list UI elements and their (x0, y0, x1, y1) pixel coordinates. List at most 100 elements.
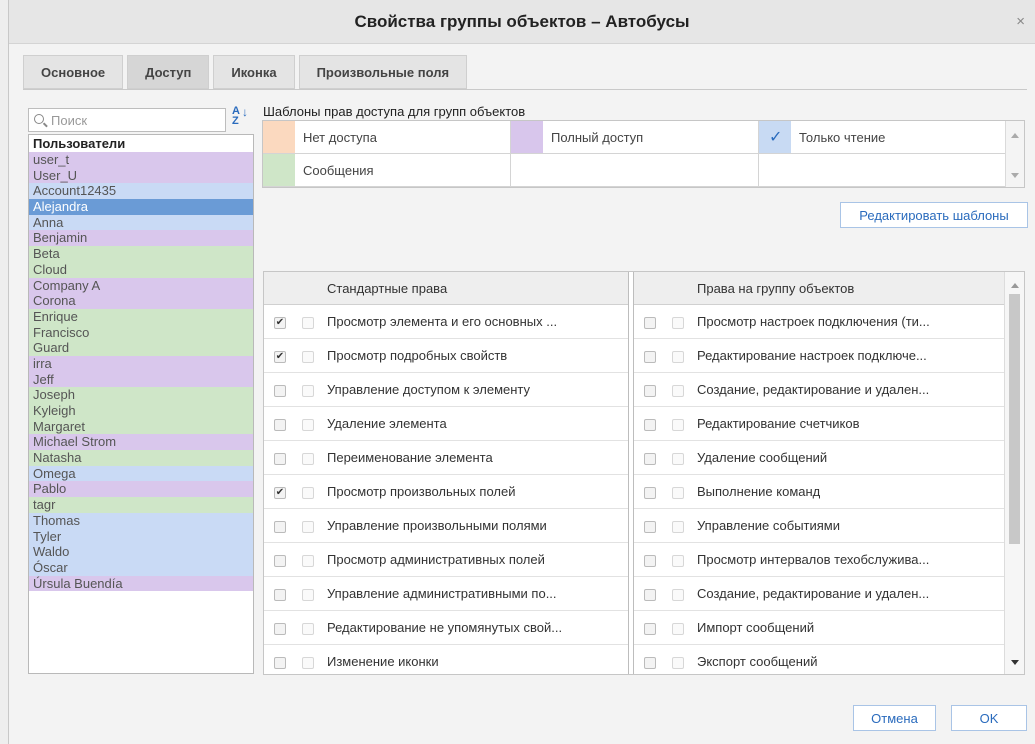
user-list-item[interactable]: Michael Strom (29, 434, 253, 451)
user-list-item[interactable]: User_U (29, 167, 253, 184)
right-secondary-checkbox[interactable] (672, 317, 684, 329)
right-checkbox[interactable]: ✔ (274, 487, 286, 499)
right-secondary-checkbox[interactable] (672, 555, 684, 567)
user-list-item[interactable]: Company A (29, 277, 253, 294)
right-checkbox[interactable] (274, 589, 286, 601)
right-checkbox[interactable] (274, 657, 286, 669)
right-checkbox[interactable]: ✔ (274, 317, 286, 329)
user-list-item[interactable]: Anna (29, 214, 253, 231)
right-label: Управление событиями (697, 518, 840, 533)
tab-access[interactable]: Доступ (127, 55, 210, 89)
right-secondary-checkbox[interactable] (302, 589, 314, 601)
user-list-item[interactable]: Pablo (29, 481, 253, 498)
right-checkbox[interactable] (644, 453, 656, 465)
user-list-item[interactable]: user_t (29, 152, 253, 168)
right-secondary-checkbox[interactable] (302, 453, 314, 465)
user-list-item[interactable]: Guard (29, 340, 253, 356)
user-list-item[interactable]: Jeff (29, 371, 253, 388)
user-list-item[interactable]: Francisco (29, 324, 253, 341)
right-checkbox[interactable] (644, 657, 656, 669)
right-checkbox[interactable] (644, 351, 656, 363)
template-full-access[interactable]: Полный доступ (511, 121, 759, 154)
template-label: Сообщения (303, 163, 374, 178)
right-secondary-checkbox[interactable] (672, 589, 684, 601)
user-list-item[interactable]: Account12435 (29, 183, 253, 200)
right-secondary-checkbox[interactable] (672, 623, 684, 635)
user-list-item[interactable]: tagr (29, 497, 253, 513)
right-secondary-checkbox[interactable] (672, 487, 684, 499)
right-secondary-checkbox[interactable] (672, 657, 684, 669)
right-checkbox[interactable] (644, 317, 656, 329)
scroll-down-icon[interactable] (1011, 173, 1019, 178)
right-secondary-checkbox[interactable] (302, 419, 314, 431)
user-list-item[interactable]: Natasha (29, 450, 253, 466)
right-secondary-checkbox[interactable] (302, 385, 314, 397)
right-secondary-checkbox[interactable] (302, 521, 314, 533)
right-checkbox[interactable] (274, 521, 286, 533)
right-secondary-checkbox[interactable] (672, 351, 684, 363)
standard-rights-header: Стандартные права (264, 272, 628, 305)
template-read-only[interactable]: ✓ Только чтение (759, 121, 1006, 154)
user-list-item[interactable]: Thomas (29, 512, 253, 529)
right-checkbox[interactable] (644, 589, 656, 601)
right-checkbox[interactable] (274, 555, 286, 567)
user-list-item[interactable]: Joseph (29, 387, 253, 403)
user-list-item[interactable]: Cloud (29, 261, 253, 278)
right-checkbox[interactable] (644, 555, 656, 567)
right-secondary-checkbox[interactable] (672, 521, 684, 533)
user-list-item[interactable]: Beta (29, 246, 253, 262)
right-checkbox[interactable] (644, 521, 656, 533)
right-secondary-checkbox[interactable] (672, 419, 684, 431)
right-checkbox[interactable] (274, 453, 286, 465)
user-list-item[interactable]: Omega (29, 465, 253, 482)
user-list-item[interactable]: Alejandra (29, 199, 253, 215)
template-messages[interactable]: Сообщения (263, 154, 511, 187)
user-list-item[interactable]: Enrique (29, 308, 253, 325)
rights-scrollbar[interactable] (1004, 272, 1024, 674)
search-input[interactable] (49, 111, 221, 129)
user-list-item[interactable]: Margaret (29, 418, 253, 435)
user-list-item[interactable]: Tyler (29, 528, 253, 545)
right-secondary-checkbox[interactable] (302, 317, 314, 329)
right-secondary-checkbox[interactable] (302, 351, 314, 363)
edit-templates-button[interactable]: Редактировать шаблоны (840, 202, 1028, 228)
right-checkbox[interactable]: ✔ (274, 351, 286, 363)
scroll-up-icon[interactable] (1011, 133, 1019, 138)
cancel-button[interactable]: Отмена (853, 705, 936, 731)
user-list-item[interactable]: Benjamin (29, 230, 253, 247)
right-label: Удаление сообщений (697, 450, 828, 465)
right-secondary-checkbox[interactable] (302, 623, 314, 635)
user-list-item[interactable]: irra (29, 355, 253, 372)
user-list-item[interactable]: Corona (29, 293, 253, 309)
tab-basic[interactable]: Основное (23, 55, 124, 89)
right-checkbox[interactable] (644, 385, 656, 397)
user-list-item[interactable]: Úrsula Buendía (29, 575, 253, 592)
right-row: Просмотр настроек подключения (ти... (634, 305, 1005, 339)
search-box[interactable] (28, 108, 226, 132)
right-checkbox[interactable] (274, 623, 286, 635)
user-list-item[interactable]: Kyleigh (29, 403, 253, 419)
template-no-access[interactable]: Нет доступа (263, 121, 511, 154)
tab-custom-fields[interactable]: Произвольные поля (298, 55, 468, 89)
right-secondary-checkbox[interactable] (302, 555, 314, 567)
scroll-down-icon[interactable] (1011, 660, 1019, 665)
tab-icon[interactable]: Иконка (213, 55, 295, 89)
sort-az-icon[interactable]: AZ ↓ (232, 106, 252, 128)
ok-button[interactable]: OK (951, 705, 1027, 731)
close-icon[interactable]: × (1016, 13, 1025, 30)
right-checkbox[interactable] (644, 487, 656, 499)
user-list-item[interactable]: Óscar (29, 559, 253, 576)
scroll-thumb[interactable] (1009, 294, 1020, 544)
right-checkbox[interactable] (644, 419, 656, 431)
right-checkbox[interactable] (274, 419, 286, 431)
right-secondary-checkbox[interactable] (672, 385, 684, 397)
right-secondary-checkbox[interactable] (302, 487, 314, 499)
right-checkbox[interactable] (644, 623, 656, 635)
right-secondary-checkbox[interactable] (302, 657, 314, 669)
right-secondary-checkbox[interactable] (672, 453, 684, 465)
right-checkbox[interactable] (274, 385, 286, 397)
templates-scrollbar[interactable] (1005, 121, 1024, 187)
user-list[interactable]: Пользователи user_t User_U Account12435 Ale… (28, 134, 254, 674)
scroll-up-icon[interactable] (1011, 283, 1019, 288)
user-list-item[interactable]: Waldo (29, 544, 253, 560)
